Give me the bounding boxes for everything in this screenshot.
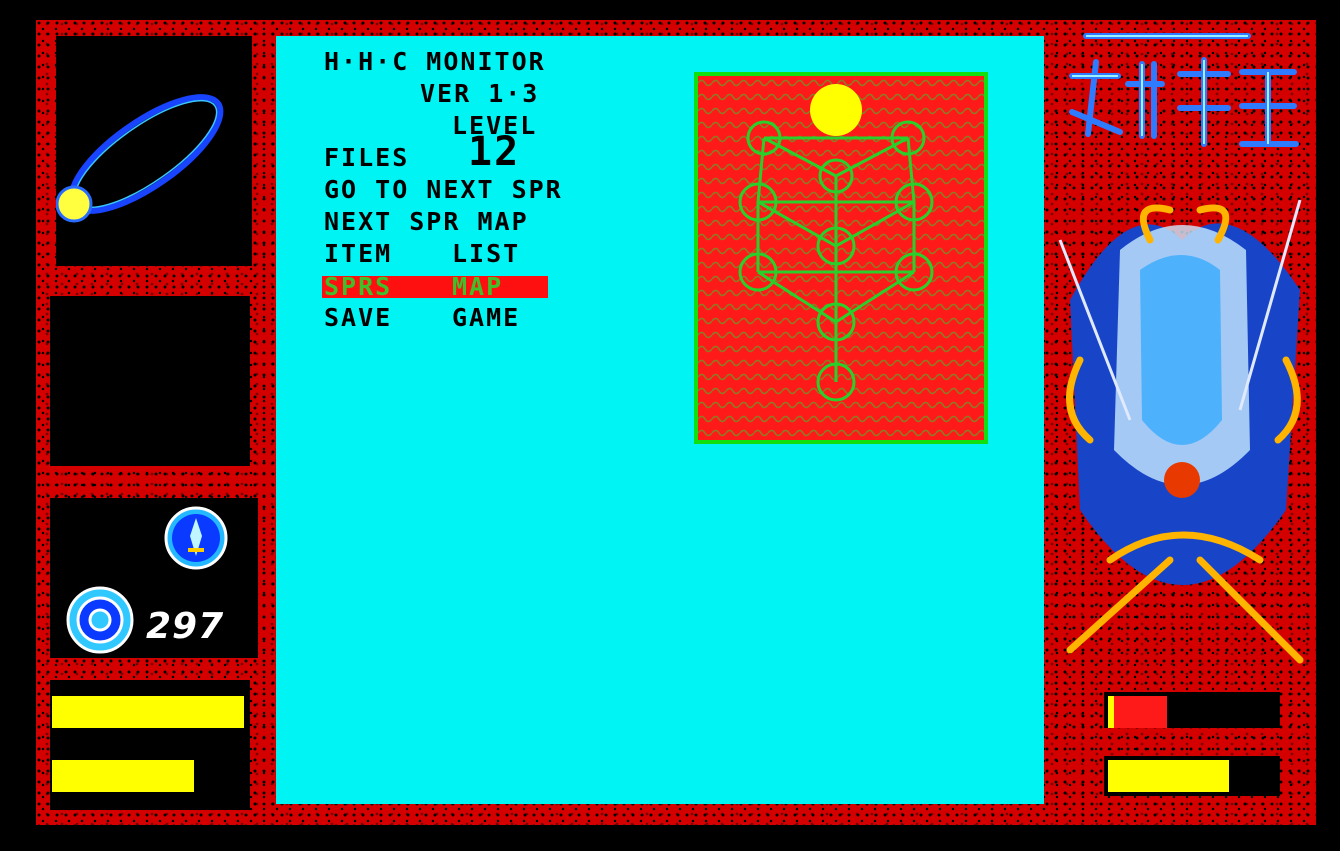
orbit-pane [55, 36, 252, 266]
sephirot-diagram [698, 76, 984, 440]
sephirot-map[interactable] [694, 72, 988, 444]
enemy-hp-bar [1108, 696, 1167, 728]
orbit-ring-icon [55, 94, 224, 223]
files-label: FILES [324, 143, 410, 172]
sword-emblem-icon[interactable] [162, 504, 230, 572]
enemy-mp-bar [1108, 760, 1229, 792]
monitor-screen: H·H·C MONITOR VER 1·3 LEVEL FILES 12 GO … [276, 36, 1044, 804]
magnetite-counter: 297 [146, 606, 225, 647]
demon-portrait [1050, 180, 1314, 680]
menu-map[interactable]: MAP [452, 271, 503, 303]
compass-coin-icon[interactable] [66, 586, 134, 654]
menu-next-map[interactable]: NEXT SPR MAP [324, 206, 529, 238]
menu-game[interactable]: GAME [452, 302, 520, 334]
player-hp-bar [52, 696, 244, 728]
monitor-version: VER 1·3 [420, 79, 540, 108]
enemy-hp-edge [1108, 696, 1114, 728]
monitor-title: H·H·C MONITOR [324, 47, 546, 76]
menu-item[interactable]: ITEM [324, 238, 392, 270]
menu-go-to-next[interactable]: GO TO NEXT SPR [324, 174, 563, 206]
menu-save[interactable]: SAVE [324, 302, 392, 334]
menu-sprs[interactable]: SPRS [324, 271, 392, 303]
game-title-logo [1058, 24, 1308, 164]
menu-selection[interactable]: SPRS MAP [322, 272, 548, 301]
menu-list[interactable]: LIST [452, 238, 520, 270]
level-value: 12 [468, 129, 521, 175]
player-mp-bar [52, 760, 194, 792]
empty-pane [50, 296, 250, 466]
